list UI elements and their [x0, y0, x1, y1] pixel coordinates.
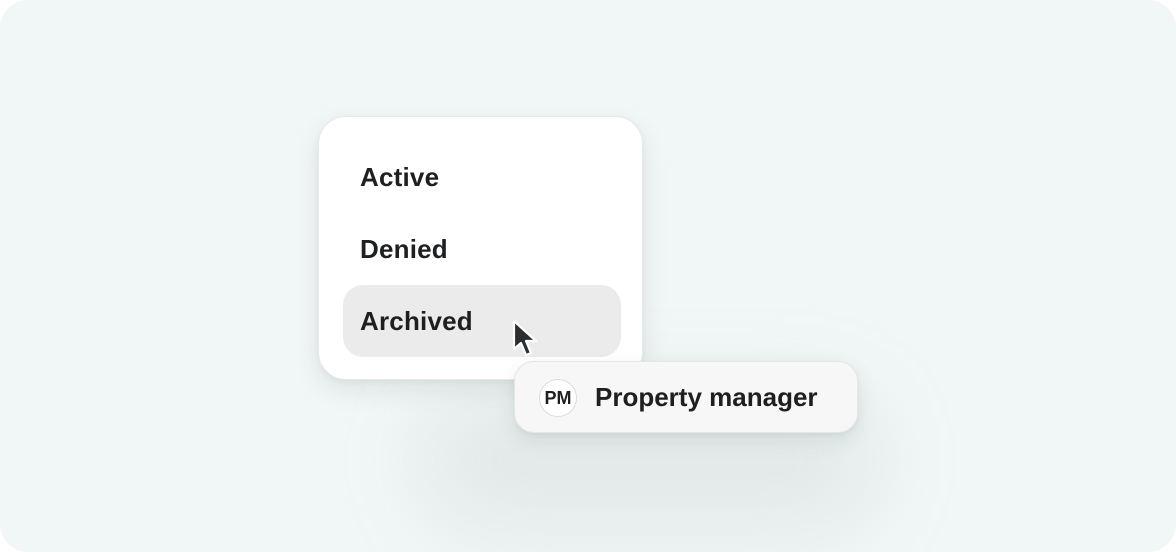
menu-item-denied[interactable]: Denied [343, 213, 621, 285]
status-dropdown-menu: Active Denied Archived [318, 116, 643, 380]
avatar: PM [539, 379, 577, 417]
chip-label: Property manager [595, 381, 818, 412]
menu-item-label: Archived [360, 305, 473, 336]
canvas: Active Denied Archived PM Property manag… [0, 0, 1176, 552]
property-manager-chip[interactable]: PM Property manager [514, 361, 858, 433]
menu-item-active[interactable]: Active [343, 141, 621, 213]
avatar-initials: PM [544, 387, 572, 408]
arrow-cursor-icon [512, 319, 538, 357]
menu-item-label: Denied [360, 233, 448, 264]
menu-item-label: Active [360, 161, 440, 192]
menu-item-archived[interactable]: Archived [343, 285, 621, 357]
